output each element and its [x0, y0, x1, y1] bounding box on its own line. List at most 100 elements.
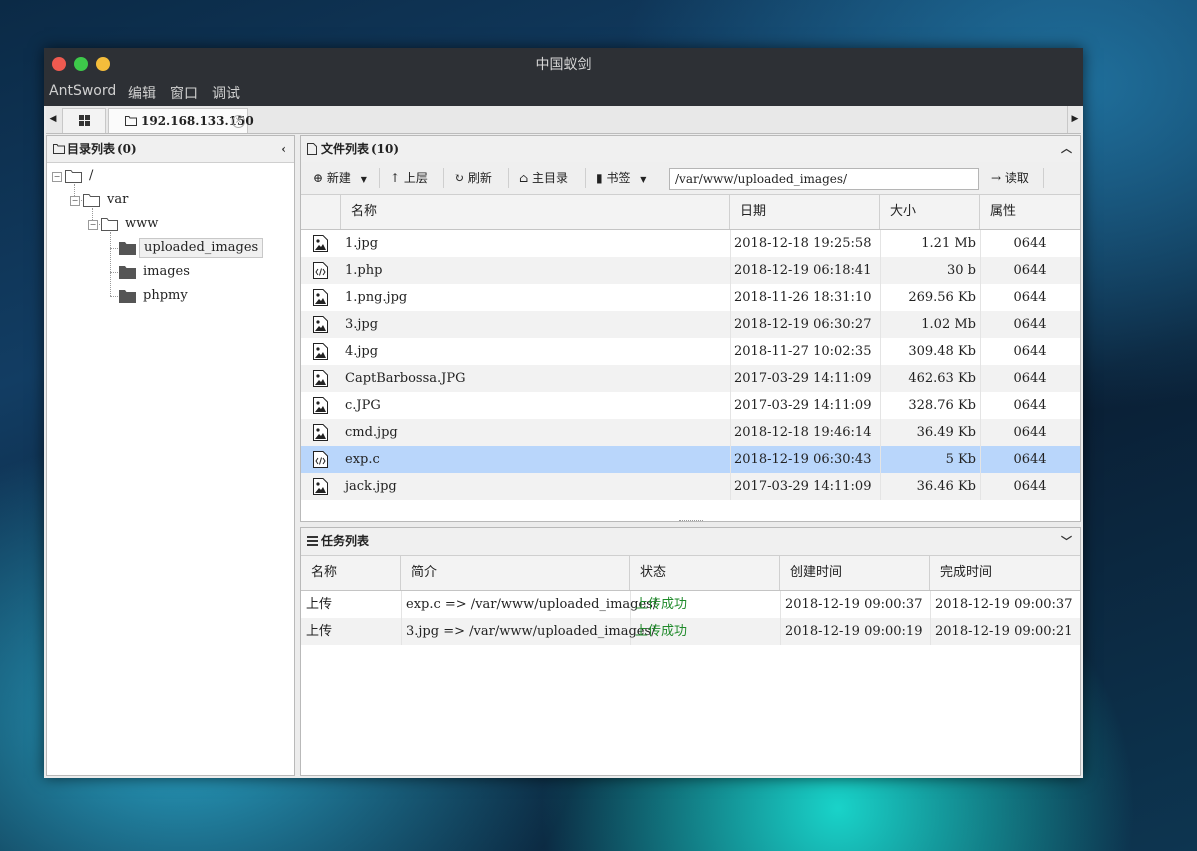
refresh-button[interactable]: ↻ 刷新 [454, 162, 492, 194]
tab-scroll-right-button[interactable]: ▶ [1067, 106, 1082, 133]
tree-node-label: var [107, 192, 129, 207]
collapse-toggle-icon[interactable]: − [88, 220, 98, 230]
tab-shell-connection[interactable]: 192.168.133.150 × [108, 108, 254, 133]
file-name: exp.c [345, 452, 380, 467]
read-path-label: 读取 [1004, 171, 1029, 185]
task-col-created[interactable]: 创建时间 [780, 556, 930, 590]
image-file-icon [313, 370, 328, 387]
file-col-date[interactable]: 日期 [730, 195, 880, 229]
column-divider [780, 618, 781, 645]
file-row[interactable]: exp.c 2018-12-19 06:30:43 5 Kb 0644 [301, 446, 1080, 473]
column-divider [730, 446, 731, 473]
task-desc: 3.jpg => /var/www/uploaded_images/ [406, 624, 656, 639]
tree-node-label: www [125, 216, 159, 231]
file-table-header: 名称 日期 大小 属性 [301, 195, 1080, 230]
menu-edit[interactable]: 编辑 [128, 83, 156, 103]
file-date: 2018-12-19 06:18:41 [734, 263, 872, 278]
tree-node-label: images [143, 264, 190, 279]
file-name: c.JPG [345, 398, 381, 413]
home-icon: ⌂ [519, 171, 529, 185]
file-row[interactable]: cmd.jpg 2018-12-18 19:46:14 36.49 Kb 0644 [301, 419, 1080, 446]
file-list-panel: 文件列表 (10) ︿ ⊕ 新建 ▼ ↑ 上层 ↻ 刷新 ⌂ 主目录 ▮ 书签 … [300, 135, 1081, 522]
menu-debug[interactable]: 调试 [212, 83, 240, 103]
file-row[interactable]: CaptBarbossa.JPG 2017-03-29 14:11:09 462.6… [301, 365, 1080, 392]
file-row[interactable]: 1.jpg 2018-12-18 19:25:58 1.21 Mb 0644 [301, 230, 1080, 257]
file-size: 269.56 Kb [908, 290, 976, 305]
file-col-name[interactable]: 名称 [341, 195, 730, 229]
collapse-down-icon[interactable]: ﹀ [1061, 528, 1072, 555]
task-col-status[interactable]: 状态 [630, 556, 780, 590]
collapse-left-icon[interactable]: ‹ [281, 136, 286, 162]
file-name: 3.jpg [345, 317, 379, 332]
image-file-icon [313, 289, 328, 306]
column-divider [401, 591, 402, 618]
window-title: 中国蚁剑 [535, 57, 592, 73]
toolbar-divider [379, 168, 380, 188]
directory-panel-title: 目录列表 [67, 142, 116, 156]
file-count: (10) [371, 142, 400, 156]
collapse-up-icon[interactable]: ︿ [1061, 136, 1072, 162]
refresh-icon: ↻ [454, 171, 465, 185]
folder-icon [119, 290, 136, 303]
splitter-handle[interactable] [679, 520, 703, 521]
column-divider [730, 284, 731, 311]
arrow-right-icon: → [991, 171, 1002, 185]
menu-window[interactable]: 窗口 [170, 83, 198, 103]
folder-outline-icon [53, 144, 65, 154]
task-table-header: 名称 简介 状态 创建时间 完成时间 [301, 556, 1080, 591]
column-divider [730, 365, 731, 392]
file-date: 2017-03-29 14:11:09 [734, 479, 872, 494]
collapse-toggle-icon[interactable]: − [52, 172, 62, 182]
parent-dir-button[interactable]: ↑ 上层 [390, 162, 428, 194]
column-divider [730, 419, 731, 446]
menu-antsword[interactable]: AntSword [49, 83, 117, 99]
task-col-desc[interactable]: 简介 [401, 556, 630, 590]
collapse-toggle-icon[interactable]: − [70, 196, 80, 206]
file-row[interactable]: 1.png.jpg 2018-11-26 18:31:10 269.56 Kb 064… [301, 284, 1080, 311]
column-divider [730, 338, 731, 365]
directory-panel-header: 目录列表 (0) ‹ [47, 136, 294, 163]
file-row[interactable]: 4.jpg 2018-11-27 10:02:35 309.48 Kb 0644 [301, 338, 1080, 365]
task-col-finished[interactable]: 完成时间 [930, 556, 1080, 590]
file-row[interactable]: 3.jpg 2018-12-19 06:30:27 1.02 Mb 0644 [301, 311, 1080, 338]
file-size: 36.49 Kb [916, 425, 976, 440]
caret-down-icon: ▼ [360, 175, 367, 184]
task-created: 2018-12-19 09:00:37 [785, 597, 923, 612]
plus-circle-icon: ⊕ [313, 171, 324, 185]
read-path-button[interactable]: → 读取 [991, 162, 1029, 194]
task-list-panel: 任务列表 ﹀ 名称 简介 状态 创建时间 完成时间 上传 exp.c => /va… [300, 527, 1081, 776]
file-name: 4.jpg [345, 344, 379, 359]
home-dir-button[interactable]: ⌂ 主目录 [519, 162, 568, 194]
bookmark-label: 书签 [606, 171, 631, 185]
new-button[interactable]: ⊕ 新建 ▼ [313, 162, 367, 194]
file-name: jack.jpg [345, 479, 397, 494]
path-input[interactable] [669, 168, 979, 190]
file-size: 462.63 Kb [908, 371, 976, 386]
file-toolbar: ⊕ 新建 ▼ ↑ 上层 ↻ 刷新 ⌂ 主目录 ▮ 书签 ▼ /var/www/u… [301, 162, 1080, 195]
folder-icon [119, 242, 136, 255]
bookmark-button[interactable]: ▮ 书签 ▼ [596, 162, 646, 194]
toolbar-divider [443, 168, 444, 188]
file-date: 2018-12-18 19:46:14 [734, 425, 872, 440]
tab-home[interactable] [62, 108, 106, 133]
file-attr: 0644 [1013, 344, 1047, 359]
file-col-attr[interactable]: 属性 [980, 195, 1080, 229]
file-row[interactable]: 1.php 2018-12-19 06:18:41 30 b 0644 [301, 257, 1080, 284]
close-tab-icon[interactable]: × [232, 115, 245, 128]
file-name: 1.png.jpg [345, 290, 408, 305]
tab-scroll-left-button[interactable]: ◀ [46, 106, 60, 133]
task-row[interactable]: 上传 exp.c => /var/www/uploaded_images/上传成功… [301, 591, 1080, 618]
file-row[interactable]: jack.jpg 2017-03-29 14:11:09 36.46 Kb 0644 [301, 473, 1080, 500]
file-col-size[interactable]: 大小 [880, 195, 980, 229]
task-finished: 2018-12-19 09:00:21 [935, 624, 1073, 639]
task-finished: 2018-12-19 09:00:37 [935, 597, 1073, 612]
column-divider [730, 473, 731, 500]
folder-outline-icon [125, 116, 137, 126]
task-row[interactable]: 上传 3.jpg => /var/www/uploaded_images/上传成功… [301, 618, 1080, 645]
file-row[interactable]: c.JPG 2017-03-29 14:11:09 328.76 Kb 0644 [301, 392, 1080, 419]
file-date: 2017-03-29 14:11:09 [734, 371, 872, 386]
image-file-icon [313, 478, 328, 495]
tree-node-label: phpmy [143, 288, 188, 303]
task-name: 上传 [306, 597, 333, 612]
task-col-name[interactable]: 名称 [301, 556, 401, 590]
